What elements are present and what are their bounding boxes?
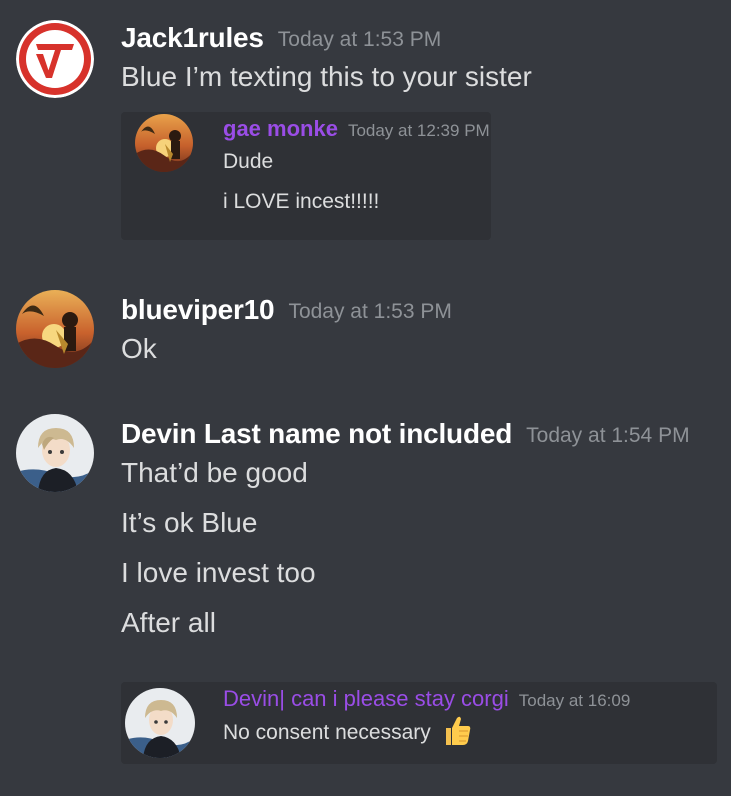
timestamp: Today at 1:53 PM	[277, 28, 442, 51]
red-v-logo-icon	[16, 20, 94, 98]
username[interactable]: Jack1rules	[121, 22, 264, 53]
quote-header: gae monke Today at 12:39 PM	[223, 116, 490, 142]
message-text: Blue I’m texting this to your sister	[121, 61, 532, 92]
message-text: I love invest too	[121, 557, 316, 588]
timestamp: Today at 1:53 PM	[288, 300, 452, 323]
message-text: After all	[121, 607, 216, 638]
username[interactable]: blueviper10	[121, 294, 275, 325]
chat-view: Jack1rules Today at 1:53 PM Blue I’m text…	[0, 0, 731, 796]
message-text: That’d be good	[121, 457, 308, 488]
avatar[interactable]	[16, 414, 94, 492]
thumbs-up-icon	[437, 712, 473, 748]
timestamp: Today at 1:54 PM	[526, 424, 690, 447]
quote-username[interactable]: gae monke	[223, 116, 338, 141]
quote-body: Devin| can i please stay corgi Today at 1…	[223, 686, 630, 753]
message-header: Devin Last name not included Today at 1:5…	[121, 418, 723, 450]
username[interactable]: Devin Last name not included	[121, 418, 512, 449]
message-header: blueviper10 Today at 1:53 PM	[121, 294, 723, 326]
message-text: It’s ok Blue	[121, 507, 258, 538]
quote-text: No consent necessary	[223, 712, 630, 753]
message-devin: Devin Last name not included Today at 1:5…	[0, 400, 731, 796]
message-jack1rules: Jack1rules Today at 1:53 PM Blue I’m text…	[0, 0, 731, 260]
quote-body: gae monke Today at 12:39 PM Dude i LOVE i…	[223, 116, 490, 222]
quoted-message[interactable]: gae monke Today at 12:39 PM Dude i LOVE i…	[121, 112, 491, 240]
message-header: Jack1rules Today at 1:53 PM	[121, 22, 723, 54]
quote-text-content: No consent necessary	[223, 721, 431, 744]
avatar[interactable]	[16, 290, 94, 368]
message-blueviper10: blueviper10 Today at 1:53 PM Ok	[0, 280, 731, 390]
anime-avatar-icon	[125, 688, 195, 758]
quoted-message[interactable]: Devin| can i please stay corgi Today at 1…	[121, 682, 717, 764]
sunset-avatar-icon	[16, 290, 94, 368]
quote-username[interactable]: Devin| can i please stay corgi	[223, 686, 509, 711]
quote-timestamp: Today at 16:09	[518, 691, 631, 710]
quote-timestamp: Today at 12:39 PM	[347, 121, 490, 140]
anime-avatar-icon	[16, 414, 94, 492]
avatar	[125, 688, 195, 758]
quote-text: i LOVE incest!!!!!	[223, 190, 380, 213]
quote-header: Devin| can i please stay corgi Today at 1…	[223, 686, 630, 712]
avatar	[135, 114, 193, 172]
message-text: Ok	[121, 333, 157, 364]
quote-text: Dude	[223, 150, 274, 173]
avatar[interactable]	[16, 20, 94, 98]
sunset-avatar-icon	[135, 114, 193, 172]
